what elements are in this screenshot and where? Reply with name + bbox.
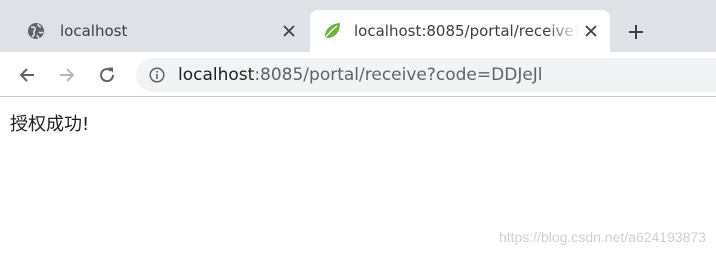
watermark: https://blog.csdn.net/a624193873 [498,229,706,245]
new-tab-button[interactable] [622,18,650,46]
page-message: 授权成功! [10,114,90,135]
reload-button[interactable] [92,60,122,90]
globe-icon [26,21,46,41]
url-host: localhost [178,65,255,85]
arrow-left-icon [19,68,34,82]
plus-icon [629,25,643,39]
close-tab-icon[interactable] [278,20,300,42]
address-bar[interactable]: localhost:8085/portal/receive?code=DDJeJ… [136,58,716,92]
browser-toolbar: localhost:8085/portal/receive?code=DDJeJ… [0,52,716,97]
spring-leaf-icon [322,21,342,41]
forward-button[interactable] [52,60,82,90]
tab-strip: localhost localhost:8085/portal/receive?… [0,0,716,52]
back-button[interactable] [12,60,42,90]
reload-icon [100,67,115,83]
info-icon[interactable] [148,66,166,84]
tab-portal-receive[interactable]: localhost:8085/portal/receive?code=DDJeJ… [310,10,610,52]
tab-localhost[interactable]: localhost [12,10,308,52]
tab-title: localhost [60,22,128,40]
url-text: localhost:8085/portal/receive?code=DDJeJ… [178,65,543,85]
arrow-right-icon [60,68,75,82]
tab-title: localhost:8085/portal/receive?code=DDJeJ… [354,22,580,40]
close-tab-icon[interactable] [580,20,602,42]
url-path: :8085/portal/receive?code=DDJeJl [254,65,543,85]
